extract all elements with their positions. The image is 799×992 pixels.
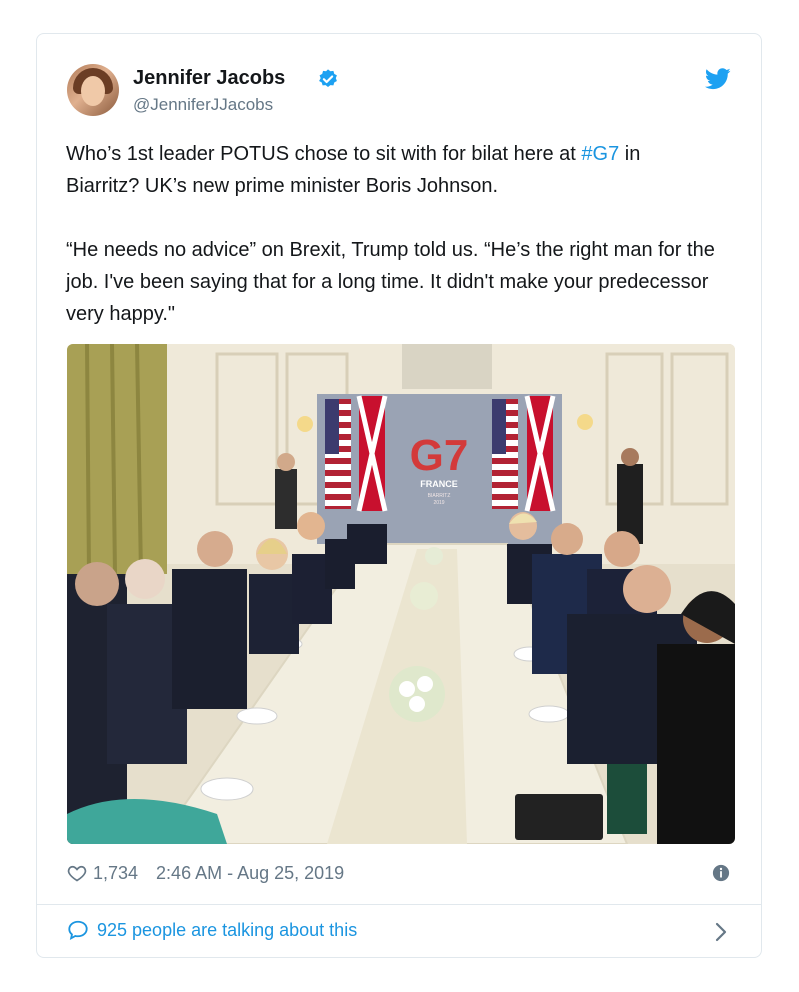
backdrop-city: BIARRITZ (428, 493, 451, 499)
author-name[interactable]: Jennifer Jacobs (133, 67, 285, 90)
like-count: 1,734 (93, 862, 139, 883)
backdrop-country: FRANCE (420, 479, 458, 489)
divider (37, 904, 761, 905)
tweet-card: Jennifer Jacobs @JenniferJJacobs Who’s 1… (36, 33, 762, 958)
conversation-label[interactable]: 925 people are talking about this (97, 920, 357, 941)
tweet-paragraph-2: “He needs no advice” on Brexit, Trump to… (66, 239, 715, 325)
tweet-meta: 1,734 2:46 AM - Aug 25, 2019 (67, 860, 344, 886)
backdrop-logo: G7 (410, 431, 469, 480)
avatar[interactable] (67, 64, 119, 116)
verified-badge-icon (319, 69, 337, 87)
timestamp[interactable]: 2:46 AM - Aug 25, 2019 (156, 863, 344, 884)
heart-icon[interactable] (67, 863, 87, 883)
backdrop-year: 2019 (433, 500, 444, 506)
tweet-photo[interactable]: G7 FRANCE BIARRITZ 2019 (67, 344, 735, 844)
conversation-link[interactable]: 925 people are talking about this (67, 919, 357, 941)
hashtag-link[interactable]: #G7 (581, 143, 619, 165)
tweet-text: Who’s 1st leader POTUS chose to sit with… (66, 138, 716, 330)
speech-bubble-icon (68, 920, 88, 941)
info-icon[interactable] (712, 864, 730, 882)
author-handle[interactable]: @JenniferJJacobs (133, 95, 273, 115)
twitter-bird-icon[interactable] (705, 68, 731, 90)
g7-meeting-photo: G7 FRANCE BIARRITZ 2019 (67, 344, 735, 844)
tweet-paragraph-1: Who’s 1st leader POTUS chose to sit with… (66, 143, 641, 197)
chevron-right-icon[interactable] (715, 922, 727, 942)
